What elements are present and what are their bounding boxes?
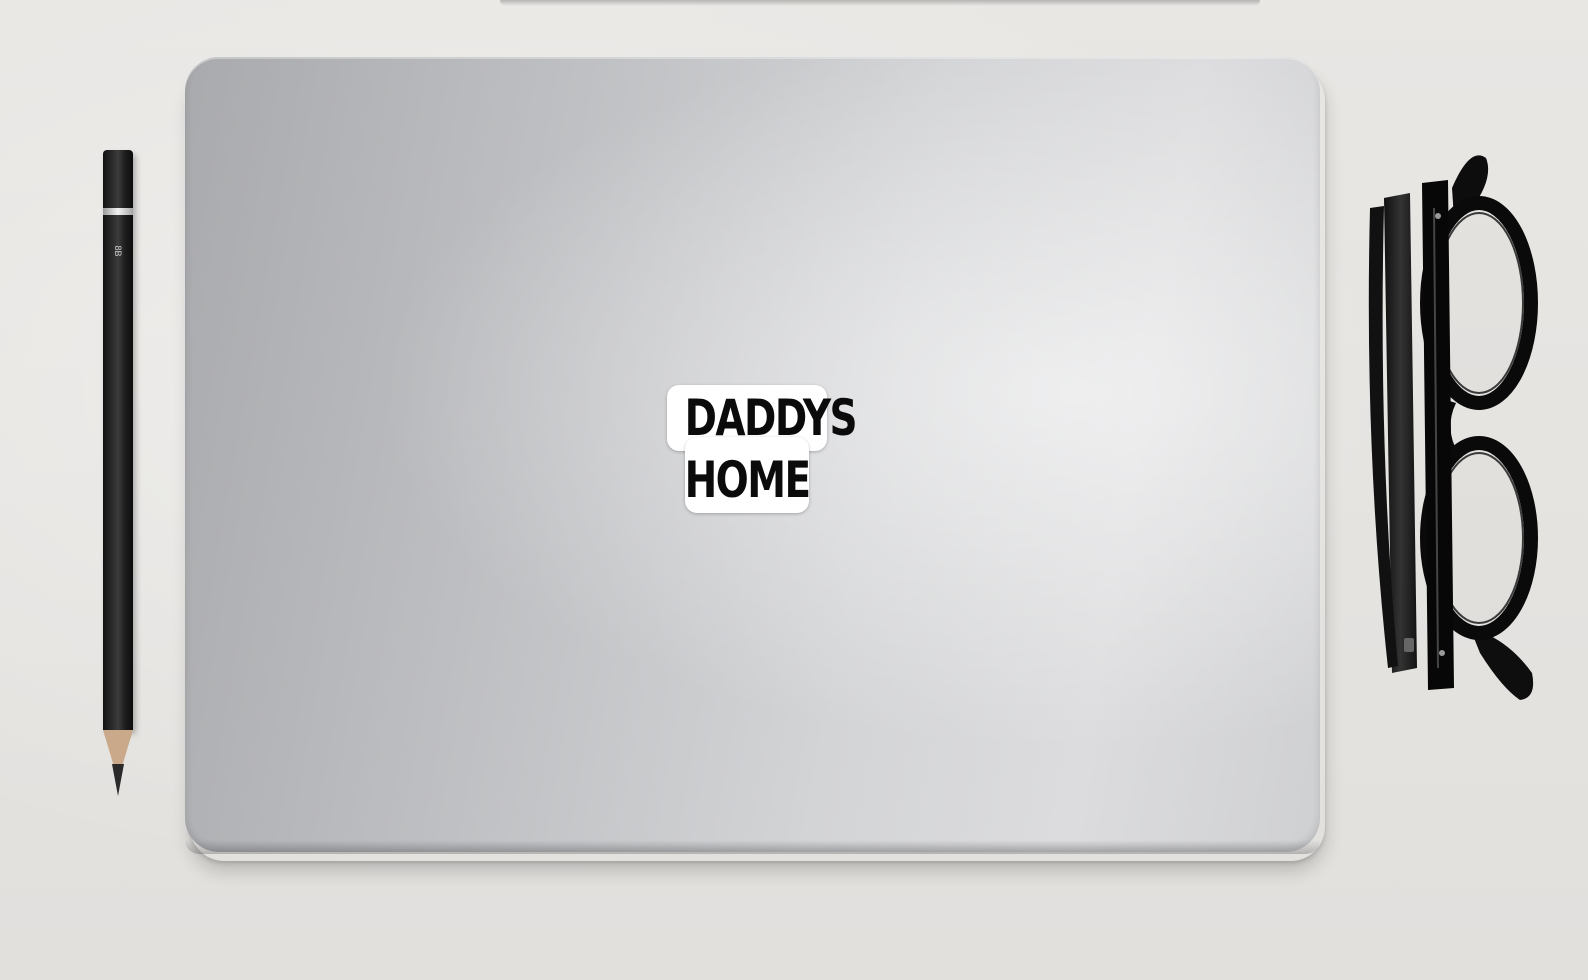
sticker: DADDYS HOME: [667, 385, 858, 513]
eyeglasses-icon: [1362, 148, 1547, 708]
pencil-body: [103, 150, 133, 730]
pencil: 8B: [103, 150, 133, 730]
pencil-grade-label: 8B: [113, 245, 123, 257]
sticker-text-line-2: HOME: [684, 451, 812, 509]
object-shadow-top: [500, 0, 1260, 6]
laptop-edge: [185, 840, 1320, 854]
eyeglasses-drawing: [1368, 155, 1538, 700]
sticker-text-line-1: DADDYS: [684, 389, 858, 447]
pencil-band: [103, 208, 133, 215]
pencil-lead: [112, 764, 124, 796]
